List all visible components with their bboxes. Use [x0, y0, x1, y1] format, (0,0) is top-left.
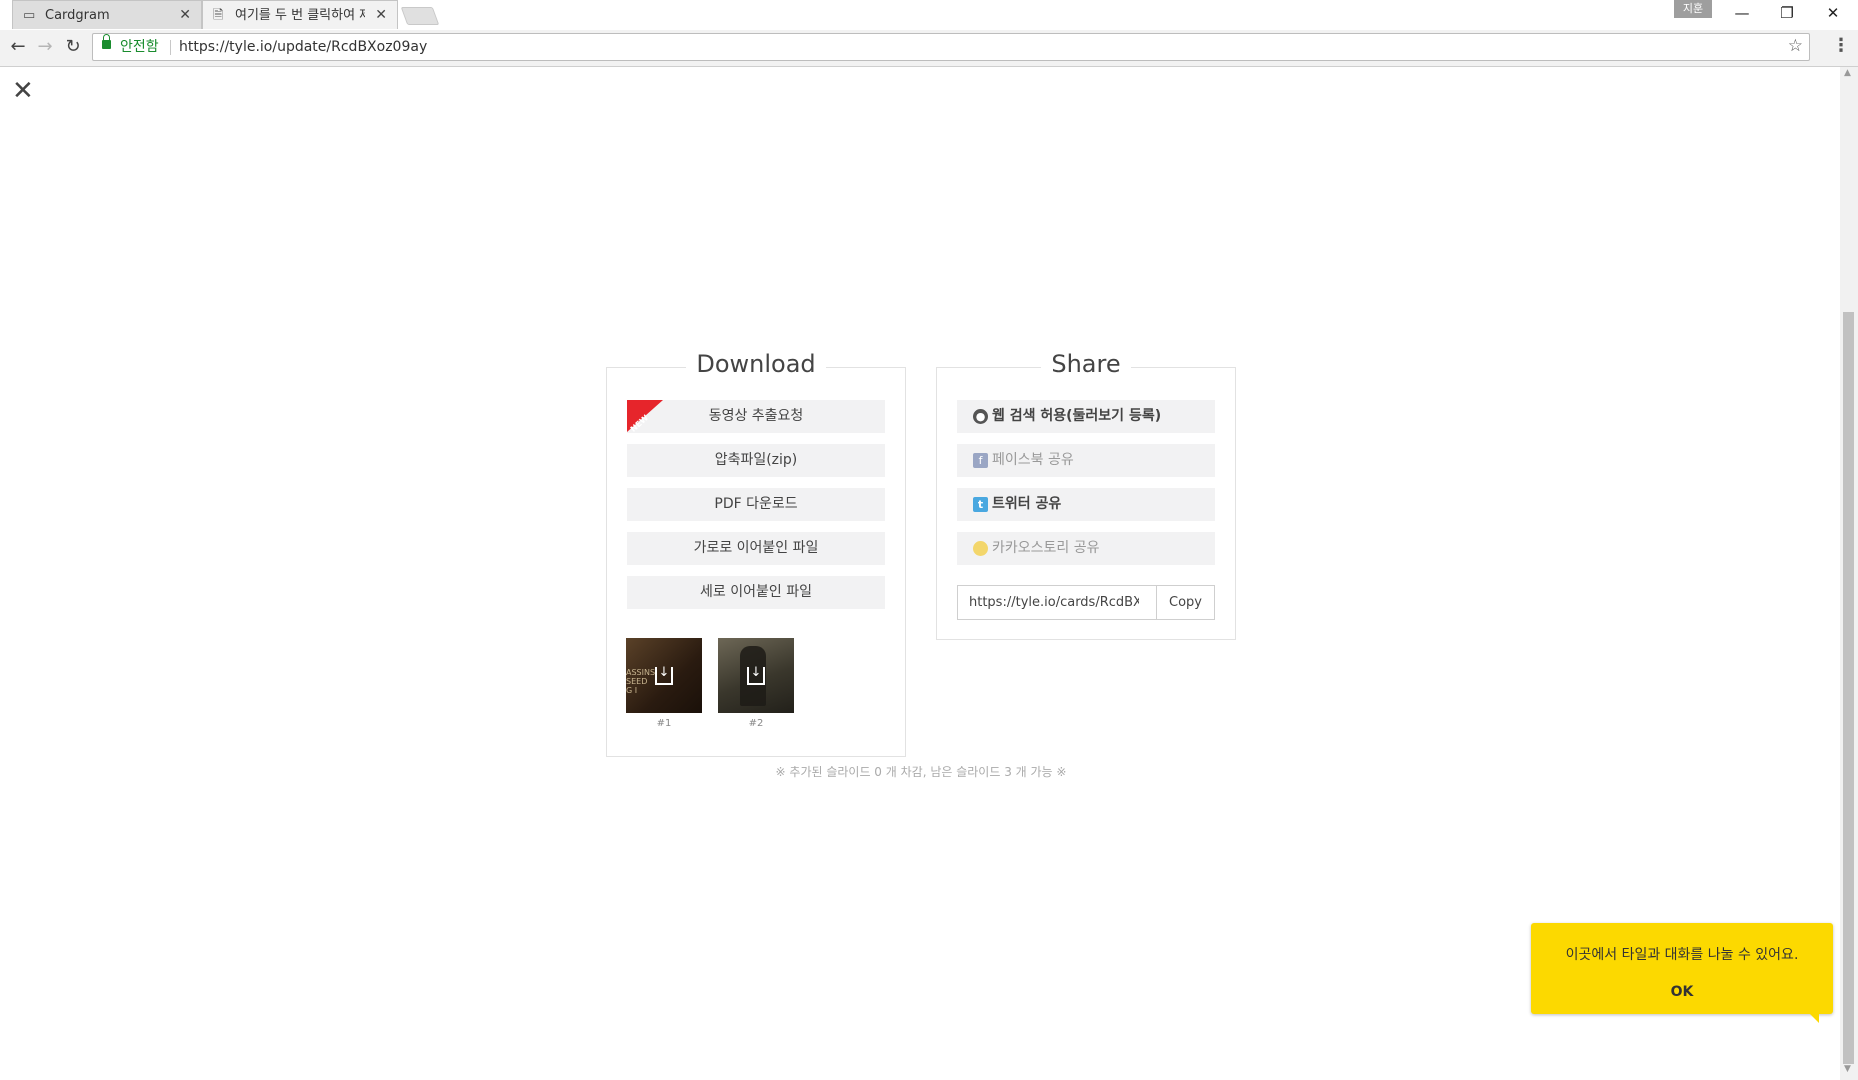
scroll-down-icon[interactable]: ▼: [1844, 1064, 1851, 1074]
address-bar[interactable]: 안전함 https://tyle.io/update/RcdBXoz09ay ☆: [92, 33, 1810, 61]
new-tab-button[interactable]: [400, 7, 440, 25]
facebook-share-button[interactable]: f 페이스북 공유: [957, 444, 1215, 477]
kakaostory-share-button[interactable]: 카카오스토리 공유: [957, 532, 1215, 565]
download-icon: ↓: [655, 666, 673, 685]
tab-cardgram[interactable]: ▭ Cardgram ✕: [12, 0, 202, 29]
download-icon: ↓: [747, 666, 765, 685]
new-badge: NEW: [627, 400, 663, 432]
forward-icon[interactable]: →: [33, 36, 57, 57]
horizontal-merge-button[interactable]: 가로로 이어붙인 파일: [627, 532, 885, 565]
restore-icon[interactable]: ❐: [1767, 4, 1807, 22]
tooltip-message: 이곳에서 타일과 대화를 나눌 수 있어요.: [1565, 947, 1799, 963]
scroll-up-icon[interactable]: ▲: [1844, 68, 1851, 78]
chat-icon: ▭: [23, 8, 36, 23]
share-link-field: https://tyle.io/cards/RcdBXo Copy: [957, 585, 1215, 620]
tab-label: 여기를 두 번 클릭하여 제: [235, 8, 365, 23]
page-icon: 🗎: [213, 8, 224, 23]
browser-tab-bar: ▭ Cardgram ✕ 🗎 여기를 두 번 클릭하여 제 ✕ 지훈 — ❐ ✕: [0, 0, 1858, 31]
divider: [170, 40, 171, 55]
thumbnail-caption: #1: [656, 718, 672, 729]
browser-menu-icon[interactable]: ⋮: [1832, 35, 1850, 56]
video-extract-button[interactable]: NEW 동영상 추출요청: [627, 400, 885, 433]
slide-thumbnail[interactable]: ASSINS SEED G I ↓: [626, 638, 702, 713]
bookmark-star-icon[interactable]: ☆: [1788, 36, 1803, 56]
copy-button[interactable]: Copy: [1156, 586, 1214, 619]
reload-icon[interactable]: ↻: [61, 36, 85, 57]
secure-label: 안전함: [120, 39, 159, 55]
tab-label: Cardgram: [45, 8, 110, 23]
twitter-icon: t: [973, 496, 988, 512]
ok-button[interactable]: OK: [1531, 984, 1833, 1000]
vertical-merge-button[interactable]: 세로 이어붙인 파일: [627, 576, 885, 609]
web-search-allow-button[interactable]: ● 웹 검색 허용(둘러보기 등록): [957, 400, 1215, 433]
twitter-share-button[interactable]: t 트위터 공유: [957, 488, 1215, 521]
kakaostory-icon: [973, 540, 988, 556]
scrollbar-thumb[interactable]: [1843, 312, 1854, 1064]
browser-toolbar: ← → ↻ 안전함 https://tyle.io/update/RcdBXoz…: [0, 30, 1858, 67]
window-close-icon[interactable]: ✕: [1813, 4, 1853, 22]
globe-icon: ●: [973, 408, 988, 424]
tab-current[interactable]: 🗎 여기를 두 번 클릭하여 제 ✕: [202, 0, 398, 29]
thumbnail-caption: #2: [748, 718, 764, 729]
close-tab-icon[interactable]: ✕: [375, 1, 387, 30]
facebook-icon: f: [973, 452, 988, 468]
pdf-download-button[interactable]: PDF 다운로드: [627, 488, 885, 521]
thumbnail-overlay-text: ASSINS SEED G I: [626, 668, 656, 695]
profile-badge[interactable]: 지훈: [1674, 0, 1712, 18]
close-tab-icon[interactable]: ✕: [179, 1, 191, 30]
download-title: Download: [686, 350, 826, 378]
close-icon[interactable]: ✕: [12, 78, 34, 104]
slide-count-note: ※ 추가된 슬라이드 0 개 차감, 남은 슬라이드 3 개 가능 ※: [775, 765, 1067, 779]
chat-tooltip: 이곳에서 타일과 대화를 나눌 수 있어요. OK: [1531, 923, 1833, 1023]
share-link-input[interactable]: https://tyle.io/cards/RcdBXo: [969, 586, 1139, 619]
minimize-icon[interactable]: —: [1722, 4, 1762, 22]
url-text[interactable]: https://tyle.io/update/RcdBXoz09ay: [179, 34, 427, 60]
zip-download-button[interactable]: 압축파일(zip): [627, 444, 885, 477]
back-icon[interactable]: ←: [6, 36, 30, 57]
share-panel: Share ● 웹 검색 허용(둘러보기 등록) f 페이스북 공유 t 트위터 공유…: [936, 350, 1236, 640]
lock-icon: [102, 34, 111, 49]
share-title: Share: [1041, 350, 1131, 378]
slide-thumbnail[interactable]: ↓: [718, 638, 794, 713]
